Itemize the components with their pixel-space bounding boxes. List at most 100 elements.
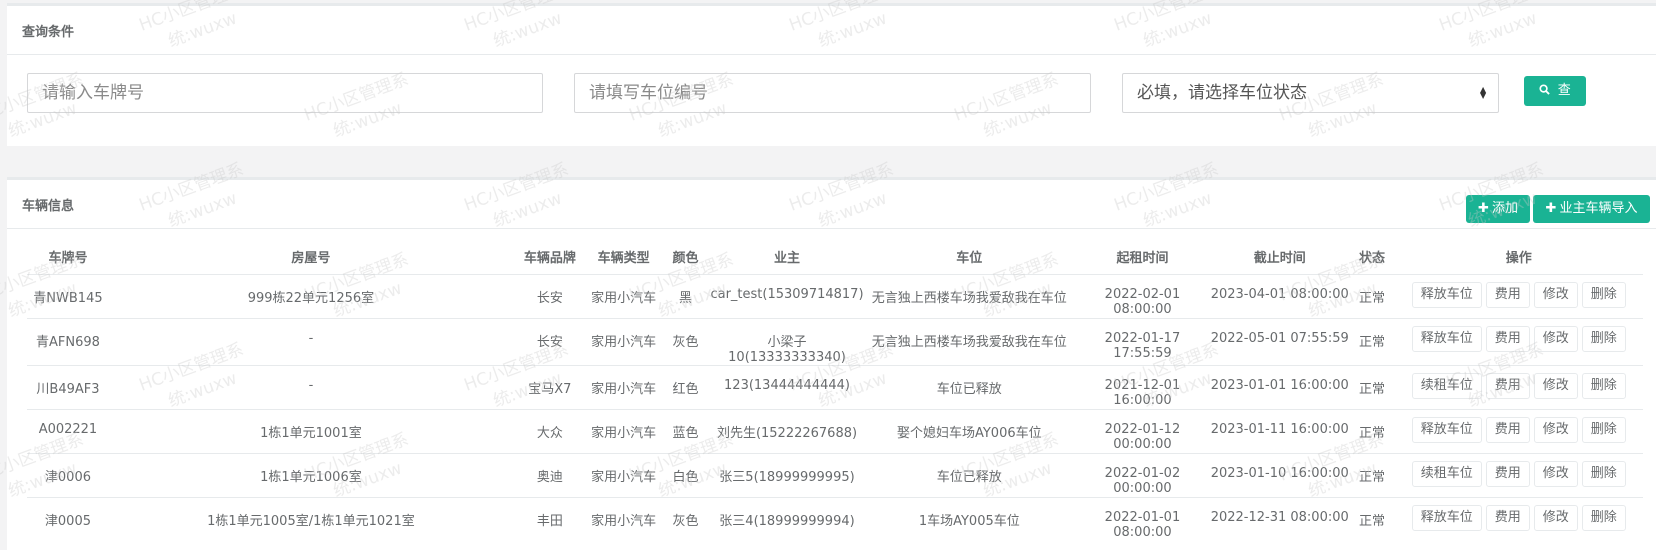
brand-cell: 大众 bbox=[512, 409, 587, 454]
fee-button[interactable]: 费用 bbox=[1485, 373, 1530, 399]
delete-button[interactable]: 删除 bbox=[1581, 461, 1626, 487]
owner-cell: 张三5(18999999995) bbox=[710, 453, 864, 498]
type-cell: 家用小汽车 bbox=[586, 409, 661, 454]
plate-cell: 津0006 bbox=[27, 453, 109, 498]
table-row: 津0005 1栋1单元1005室/1栋1单元1021室 丰田 家用小汽车 灰色 张三4(1… bbox=[27, 497, 1643, 542]
search-icon bbox=[1539, 83, 1555, 98]
edit-button[interactable]: 修改 bbox=[1533, 373, 1578, 399]
edit-button[interactable]: 修改 bbox=[1533, 461, 1578, 487]
fee-button[interactable]: 费用 bbox=[1485, 461, 1530, 487]
actions-cell: 续租车位 费用 修改 删除 bbox=[1394, 365, 1643, 410]
color-cell: 蓝色 bbox=[660, 409, 711, 454]
plate-cell: 川B49AF3 bbox=[27, 365, 109, 410]
column-header: 车辆品牌 bbox=[512, 238, 587, 275]
space-action-button[interactable]: 续租车位 bbox=[1411, 373, 1482, 399]
column-header: 颜色 bbox=[660, 238, 711, 275]
space-status-select[interactable]: 必填，请选择车位状态 ▲ ▼ bbox=[1122, 73, 1499, 113]
space-cell: 无言独上西楼车场我爱敌我在车位 bbox=[863, 274, 1076, 319]
type-cell: 家用小汽车 bbox=[586, 365, 661, 410]
table-row: 津0006 1栋1单元1006室 奥迪 家用小汽车 白色 张三5(18999999995)… bbox=[27, 453, 1643, 498]
delete-button[interactable]: 删除 bbox=[1581, 326, 1626, 352]
end-time-cell: 2022-05-01 07:55:59 bbox=[1209, 318, 1350, 366]
owner-cell: 张三4(18999999994) bbox=[710, 497, 864, 542]
plate-cell: 青NWB145 bbox=[27, 274, 109, 319]
plus-icon: ✚ bbox=[1545, 201, 1557, 216]
actions-cell: 释放车位 费用 修改 删除 bbox=[1394, 318, 1643, 366]
type-cell: 家用小汽车 bbox=[586, 318, 661, 366]
table-row: A002221 1栋1单元1001室 大众 家用小汽车 蓝色 刘先生(1522226768… bbox=[27, 409, 1643, 454]
table-row: 青AFN698- 长安 家用小汽车 灰色 小梁子10(13333333340) 无言独上西… bbox=[27, 318, 1643, 366]
status-cell: 正常 bbox=[1349, 409, 1395, 454]
end-time-cell: 2023-01-01 16:00:00 bbox=[1209, 365, 1350, 410]
parking-space-input[interactable] bbox=[574, 73, 1091, 113]
table-header-row: 车牌号 房屋号 车辆品牌 车辆类型 颜色 业主 车位 起租时间 截止时间 状态 … bbox=[27, 238, 1643, 275]
space-action-button[interactable]: 释放车位 bbox=[1411, 326, 1482, 352]
color-cell: 白色 bbox=[660, 453, 711, 498]
plus-icon: ✚ bbox=[1478, 201, 1489, 216]
column-header: 起租时间 bbox=[1075, 238, 1210, 275]
plate-cell: 青AFN698 bbox=[27, 318, 109, 366]
end-time-cell: 2023-01-11 16:00:00 bbox=[1209, 409, 1350, 454]
plate-cell: A002221 bbox=[27, 409, 109, 454]
start-time-cell: 2022-01-12 00:00:00 bbox=[1075, 409, 1210, 454]
brand-cell: 长安 bbox=[512, 274, 587, 319]
import-owner-vehicles-button[interactable]: ✚ 业主车辆导入 bbox=[1533, 195, 1650, 223]
room-cell: - bbox=[108, 365, 513, 410]
brand-cell: 长安 bbox=[512, 318, 587, 366]
space-cell: 1车场AY005车位 bbox=[863, 497, 1076, 542]
owner-cell: 123(13444444444) bbox=[710, 365, 864, 410]
space-action-button[interactable]: 释放车位 bbox=[1411, 505, 1482, 531]
actions-cell: 释放车位 费用 修改 删除 bbox=[1394, 274, 1643, 319]
space-action-button[interactable]: 续租车位 bbox=[1411, 461, 1482, 487]
search-button[interactable]: 查询 bbox=[1524, 76, 1586, 128]
delete-button[interactable]: 删除 bbox=[1581, 505, 1626, 531]
query-panel-header: 查询条件 bbox=[7, 6, 1656, 55]
delete-button[interactable]: 删除 bbox=[1581, 282, 1626, 308]
owner-cell: 小梁子10(13333333340) bbox=[710, 318, 864, 366]
actions-cell: 释放车位 费用 修改 删除 bbox=[1394, 409, 1643, 454]
fee-button[interactable]: 费用 bbox=[1485, 326, 1530, 352]
space-cell: 车位已释放 bbox=[863, 365, 1076, 410]
actions-cell: 释放车位 费用 修改 删除 bbox=[1394, 497, 1643, 542]
column-header: 截止时间 bbox=[1209, 238, 1350, 275]
column-header: 业主 bbox=[710, 238, 864, 275]
plate-cell: 津0005 bbox=[27, 497, 109, 542]
start-time-cell: 2022-01-17 17:55:59 bbox=[1075, 318, 1210, 366]
plate-number-input[interactable] bbox=[27, 73, 543, 113]
end-time-cell: 2022-12-31 08:00:00 bbox=[1209, 497, 1350, 542]
table-row: 川B49AF3- 宝马X7 家用小汽车 红色 123(13444444444) 车位已释放… bbox=[27, 365, 1643, 410]
column-header: 操作 bbox=[1394, 238, 1643, 275]
edit-button[interactable]: 修改 bbox=[1533, 282, 1578, 308]
space-action-button[interactable]: 释放车位 bbox=[1411, 417, 1482, 443]
plate-number-input-box[interactable] bbox=[42, 75, 528, 111]
room-cell: 1栋1单元1006室 bbox=[108, 453, 513, 498]
edit-button[interactable]: 修改 bbox=[1533, 326, 1578, 352]
brand-cell: 奥迪 bbox=[512, 453, 587, 498]
edit-button[interactable]: 修改 bbox=[1533, 417, 1578, 443]
add-vehicle-button[interactable]: ✚ 添加 bbox=[1466, 195, 1530, 223]
column-header: 状态 bbox=[1349, 238, 1395, 275]
color-cell: 灰色 bbox=[660, 497, 711, 542]
start-time-cell: 2022-02-01 08:00:00 bbox=[1075, 274, 1210, 319]
import-owner-vehicles-label: 业主车辆导入 bbox=[1559, 201, 1638, 216]
edit-button[interactable]: 修改 bbox=[1533, 505, 1578, 531]
table-row: 青NWB145 999栋22单元1256室 长安 家用小汽车黑 car_test(153… bbox=[27, 274, 1643, 319]
space-cell: 无言独上西楼车场我爱敌我在车位 bbox=[863, 318, 1076, 366]
space-action-button[interactable]: 释放车位 bbox=[1411, 282, 1482, 308]
color-cell: 黑 bbox=[660, 274, 711, 319]
vehicle-table: 车牌号 房屋号 车辆品牌 车辆类型 颜色 业主 车位 起租时间 截止时间 状态 … bbox=[27, 238, 1643, 542]
delete-button[interactable]: 删除 bbox=[1581, 373, 1626, 399]
fee-button[interactable]: 费用 bbox=[1485, 417, 1530, 443]
start-time-cell: 2022-01-01 08:00:00 bbox=[1075, 497, 1210, 542]
start-time-cell: 2021-12-01 16:00:00 bbox=[1075, 365, 1210, 410]
space-cell: 娶个媳妇车场AY006车位 bbox=[863, 409, 1076, 454]
column-header: 车牌号 bbox=[27, 238, 109, 275]
room-cell: 1栋1单元1001室 bbox=[108, 409, 513, 454]
parking-space-input-box[interactable] bbox=[589, 75, 1076, 111]
owner-cell: car_test(15309714817) bbox=[710, 274, 864, 319]
delete-button[interactable]: 删除 bbox=[1581, 417, 1626, 443]
fee-button[interactable]: 费用 bbox=[1485, 505, 1530, 531]
fee-button[interactable]: 费用 bbox=[1485, 282, 1530, 308]
color-cell: 红色 bbox=[660, 365, 711, 410]
column-header: 车辆类型 bbox=[586, 238, 661, 275]
